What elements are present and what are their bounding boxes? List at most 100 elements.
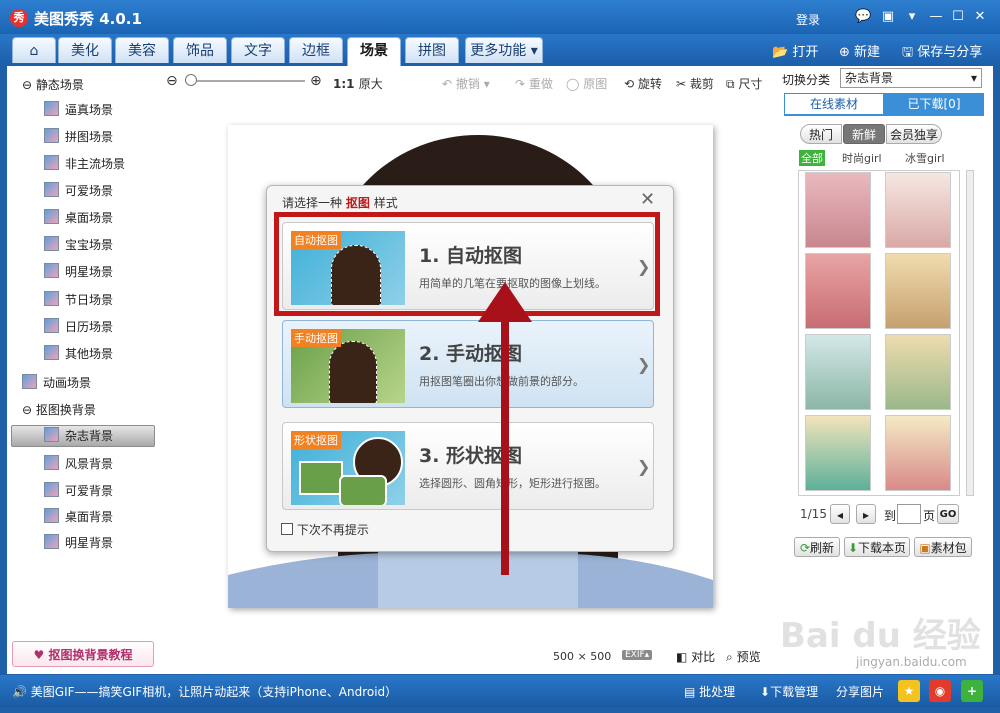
- weibo-icon[interactable]: ◉: [929, 680, 951, 702]
- sidebar-item[interactable]: 桌面场景: [44, 208, 113, 228]
- open-button[interactable]: 📂 打开: [772, 41, 818, 60]
- portrait-thumb: [329, 341, 377, 403]
- exif-button[interactable]: EXIF▴: [622, 650, 653, 660]
- share-image-button[interactable]: 分享图片: [836, 683, 884, 700]
- go-button[interactable]: GO: [937, 504, 959, 524]
- zoom-out-icon[interactable]: ⊖: [166, 73, 178, 89]
- size-button[interactable]: ⧉ 尺寸: [726, 75, 762, 92]
- sidebar-group-cutout-bg[interactable]: ⊖ 抠图换背景: [22, 401, 96, 418]
- filter-new[interactable]: 新鲜: [843, 124, 885, 144]
- login-link[interactable]: 登录: [796, 11, 820, 28]
- shape-cutout-option[interactable]: 形状抠图 3. 形状抠图 选择圆形、圆角矩形，矩形进行抠图。 ❯: [282, 422, 654, 510]
- sidebar-item[interactable]: 桌面背景: [44, 507, 113, 527]
- material-pack-button[interactable]: ▣素材包: [914, 537, 972, 557]
- tab-downloaded[interactable]: 已下载[0]: [884, 93, 984, 115]
- sidebar-item[interactable]: 可爱场景: [44, 181, 113, 201]
- material-thumb[interactable]: [805, 334, 871, 410]
- subfilter-fashion-girl[interactable]: 时尚girl: [842, 150, 882, 166]
- material-thumb[interactable]: [885, 172, 951, 248]
- tutorial-button[interactable]: ♥ 抠图换背景教程: [12, 641, 154, 667]
- subfilter-ice-girl[interactable]: 冰雪girl: [905, 150, 945, 166]
- sidebar-item[interactable]: 拼图场景: [44, 127, 113, 147]
- menu-icon[interactable]: ▾: [904, 10, 920, 24]
- highlight-box: [274, 212, 660, 316]
- material-thumb[interactable]: [885, 334, 951, 410]
- tab-collage[interactable]: 拼图: [405, 37, 459, 63]
- filter-member[interactable]: 会员独享: [886, 124, 942, 144]
- filter-hot[interactable]: 热门: [800, 124, 842, 144]
- compare-button[interactable]: ◧ 对比: [676, 648, 715, 665]
- scene-icon: [44, 182, 59, 197]
- tab-text[interactable]: 文字: [231, 37, 285, 63]
- close-button[interactable]: ✕: [972, 10, 988, 24]
- tab-more-functions[interactable]: 更多功能 ▾: [465, 37, 543, 63]
- redo-button[interactable]: ↷ 重做: [515, 75, 553, 92]
- add-icon[interactable]: +: [961, 680, 983, 702]
- sidebar-item[interactable]: 非主流场景: [44, 154, 125, 174]
- refresh-button[interactable]: ⟳刷新: [794, 537, 840, 557]
- checkbox-icon: [281, 523, 293, 535]
- download-page-button[interactable]: ⬇下载本页: [844, 537, 910, 557]
- material-thumb[interactable]: [885, 415, 951, 491]
- actual-size-button[interactable]: 1:1 原大: [333, 75, 383, 92]
- scene-icon: [44, 427, 59, 442]
- feedback-icon[interactable]: 💬: [855, 10, 871, 24]
- sidebar-item[interactable]: 明星场景: [44, 262, 113, 282]
- tab-home[interactable]: ⌂: [12, 37, 56, 63]
- tab-scene[interactable]: 场景: [347, 37, 401, 66]
- next-page-button[interactable]: ▸: [856, 504, 876, 524]
- sidebar-item[interactable]: 节日场景: [44, 290, 113, 310]
- scene-icon: [44, 209, 59, 224]
- sidebar-group-animated-scene[interactable]: 动画场景: [22, 374, 91, 391]
- tab-online-materials[interactable]: 在线素材: [784, 93, 884, 115]
- download-manager-button[interactable]: ⬇下载管理: [760, 683, 818, 700]
- zoom-slider[interactable]: [185, 80, 305, 82]
- resize-icon: ⧉: [726, 77, 735, 91]
- zoom-slider-handle[interactable]: [185, 74, 197, 86]
- crop-button[interactable]: ✂ 裁剪: [676, 75, 714, 92]
- new-button[interactable]: ⊕ 新建: [839, 41, 880, 60]
- page-number-input[interactable]: [897, 504, 921, 524]
- batch-button[interactable]: ▤ 批处理: [684, 683, 735, 700]
- chevron-right-icon: ❯: [637, 457, 651, 476]
- star-icon[interactable]: ★: [898, 680, 920, 702]
- original-button[interactable]: ◯ 原图: [566, 75, 607, 92]
- sidebar-item[interactable]: 逼真场景: [44, 100, 113, 120]
- save-share-button[interactable]: 🖫 保存与分享: [902, 41, 982, 65]
- prev-page-button[interactable]: ◂: [830, 504, 850, 524]
- sidebar-item-selected[interactable]: 杂志背景: [44, 426, 113, 446]
- material-thumb[interactable]: [885, 253, 951, 329]
- rotate-button[interactable]: ⟲ 旋转: [624, 75, 662, 92]
- category-select[interactable]: 杂志背景 ▾: [840, 68, 982, 88]
- tab-beautify[interactable]: 美化: [58, 37, 112, 63]
- news-ticker[interactable]: 🔊 美图GIF——搞笑GIF相机，让照片动起来（支持iPhone、Android…: [12, 683, 397, 700]
- subfilter-all[interactable]: 全部: [799, 150, 825, 166]
- shape-cutout-thumbnail: 形状抠图: [291, 431, 405, 505]
- preview-button[interactable]: ⌕ 预览: [726, 648, 761, 665]
- skin-icon[interactable]: ▣: [880, 10, 896, 24]
- undo-button[interactable]: ↶ 撤销 ▾: [442, 75, 490, 92]
- sidebar-group-static-scene[interactable]: ⊖ 静态场景: [22, 76, 84, 93]
- dialog-close-icon[interactable]: ✕: [640, 189, 655, 210]
- dont-show-again-checkbox[interactable]: 下次不再提示: [281, 521, 369, 538]
- material-scrollbar[interactable]: [966, 170, 974, 496]
- app-title: 美图秀秀 4.0.1: [34, 10, 142, 28]
- manual-cutout-option[interactable]: 手动抠图 2. 手动抠图 用抠图笔圈出你想做前景的部分。 ❯: [282, 320, 654, 408]
- heart-hand-icon: ♥: [33, 648, 49, 662]
- material-thumb[interactable]: [805, 172, 871, 248]
- sidebar-item[interactable]: 明星背景: [44, 533, 113, 553]
- sidebar-item[interactable]: 宝宝场景: [44, 235, 113, 255]
- collapse-icon: ⊖: [22, 403, 33, 417]
- maximize-button[interactable]: ☐: [950, 10, 966, 24]
- tab-border[interactable]: 边框: [289, 37, 343, 63]
- material-thumb[interactable]: [805, 415, 871, 491]
- minimize-button[interactable]: —: [928, 10, 944, 24]
- sidebar-item[interactable]: 其他场景: [44, 344, 113, 364]
- sidebar-item[interactable]: 日历场景: [44, 317, 113, 337]
- tab-accessories[interactable]: 饰品: [173, 37, 227, 63]
- sidebar-item[interactable]: 可爱背景: [44, 481, 113, 501]
- sidebar-item[interactable]: 风景背景: [44, 454, 113, 474]
- material-thumb[interactable]: [805, 253, 871, 329]
- zoom-in-icon[interactable]: ⊕: [310, 73, 322, 89]
- tab-beauty[interactable]: 美容: [115, 37, 169, 63]
